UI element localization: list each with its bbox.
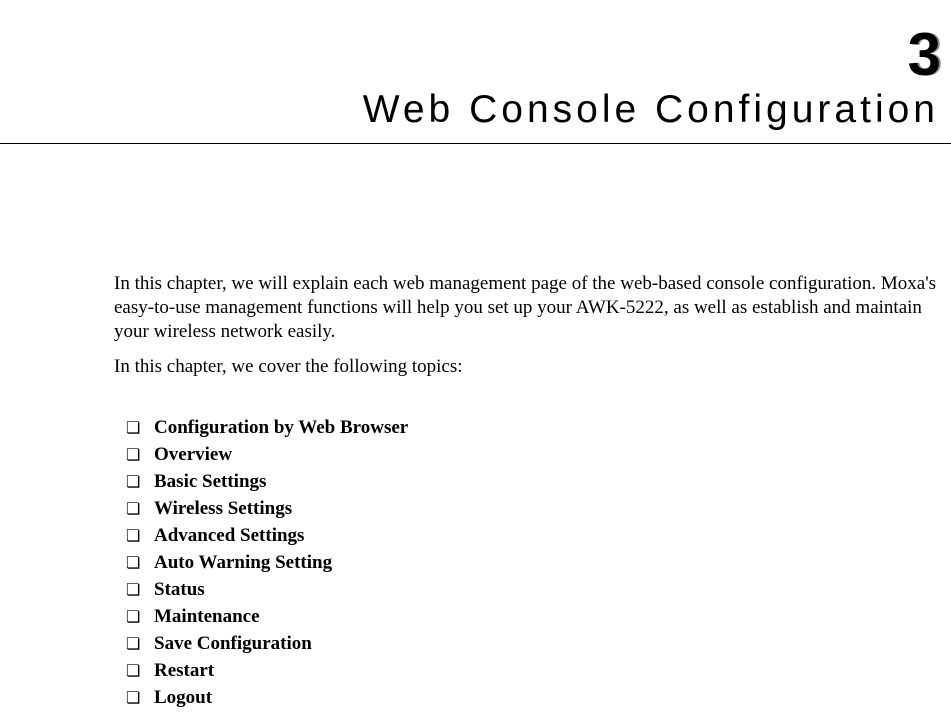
square-bullet-icon: ❏ (126, 418, 154, 438)
list-item: ❏ Basic Settings (126, 471, 941, 493)
square-bullet-icon: ❏ (126, 445, 154, 465)
topic-label: Overview (154, 444, 232, 466)
square-bullet-icon: ❏ (126, 607, 154, 627)
list-item: ❏ Save Configuration (126, 633, 941, 655)
intro-paragraph-2: In this chapter, we cover the following … (114, 355, 941, 379)
topic-label: Configuration by Web Browser (154, 417, 408, 439)
list-item: ❏ Advanced Settings (126, 525, 941, 547)
list-item: ❏ Maintenance (126, 606, 941, 628)
topic-label: Wireless Settings (154, 498, 292, 520)
list-item: ❏ Restart (126, 660, 941, 682)
topic-label: Logout (154, 687, 212, 709)
topic-label: Save Configuration (154, 633, 312, 655)
square-bullet-icon: ❏ (126, 499, 154, 519)
content-area: In this chapter, we will explain each we… (114, 272, 941, 714)
square-bullet-icon: ❏ (126, 661, 154, 681)
topic-label: Auto Warning Setting (154, 552, 332, 574)
square-bullet-icon: ❏ (126, 553, 154, 573)
list-item: ❏ Configuration by Web Browser (126, 417, 941, 439)
square-bullet-icon: ❏ (126, 688, 154, 708)
intro-paragraph-1: In this chapter, we will explain each we… (114, 272, 941, 343)
list-item: ❏ Status (126, 579, 941, 601)
list-item: ❏ Wireless Settings (126, 498, 941, 520)
square-bullet-icon: ❏ (126, 580, 154, 600)
square-bullet-icon: ❏ (126, 472, 154, 492)
topics-list: ❏ Configuration by Web Browser ❏ Overvie… (114, 417, 941, 709)
list-item: ❏ Overview (126, 444, 941, 466)
square-bullet-icon: ❏ (126, 526, 154, 546)
topic-label: Advanced Settings (154, 525, 304, 547)
title-divider (0, 143, 951, 144)
topic-label: Maintenance (154, 606, 260, 628)
topic-label: Restart (154, 660, 214, 682)
chapter-number: 3 (908, 20, 939, 89)
topic-label: Basic Settings (154, 471, 266, 493)
list-item: ❏ Auto Warning Setting (126, 552, 941, 574)
chapter-title: Web Console Configuration (363, 88, 939, 132)
topic-label: Status (154, 579, 205, 601)
square-bullet-icon: ❏ (126, 634, 154, 654)
list-item: ❏ Logout (126, 687, 941, 709)
